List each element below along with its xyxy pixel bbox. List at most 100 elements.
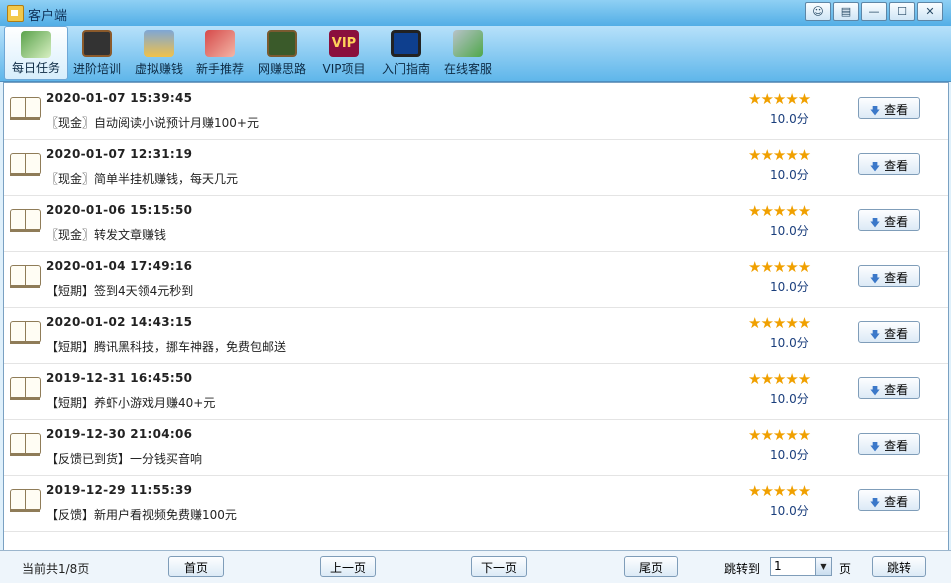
tab-daily-task[interactable]: 每日任务	[4, 26, 68, 80]
list-item: 2020-01-07 12:31:19 〖现金〗简单半挂机赚钱，每天几元 ★★★…	[4, 139, 948, 196]
rating-stars: ★★★★★	[748, 146, 811, 164]
view-button[interactable]: 🡇 查看	[858, 489, 920, 511]
book-icon	[10, 433, 41, 457]
minimize-button[interactable]: —	[861, 2, 887, 21]
list-item: 2020-01-02 14:43:15 【短期】腾讯黑科技，挪车神器，免费包邮送…	[4, 307, 948, 364]
tab-advanced-training[interactable]: 进阶培训	[66, 26, 128, 80]
last-page-button[interactable]: 尾页	[624, 556, 678, 577]
tab-vip-project[interactable]: VIP VIP项目	[313, 26, 375, 80]
rating-score: 10.0分	[770, 392, 809, 406]
page-unit: 页	[839, 562, 852, 576]
tab-virtual-earning[interactable]: 虚拟赚钱	[128, 26, 190, 80]
tab-label: VIP项目	[322, 62, 366, 76]
tab-label: 进阶培训	[72, 62, 121, 76]
rating-stars: ★★★★★	[748, 202, 811, 220]
list-item: 2020-01-06 15:15:50 〖现金〗转发文章赚钱 ★★★★★ 10.…	[4, 195, 948, 252]
view-button[interactable]: 🡇 查看	[858, 209, 920, 231]
maximize-button[interactable]: ☐	[889, 2, 915, 21]
window-controls: ☺ ▤ — ☐ ✕	[805, 2, 943, 21]
rating-score: 10.0分	[770, 280, 809, 294]
list-item: 2019-12-29 11:55:39 【反馈】新用户看视频免费赚100元 ★★…	[4, 475, 948, 532]
item-date: 2019-12-31 16:45:50	[46, 371, 193, 385]
rating-stars: ★★★★★	[748, 426, 811, 444]
view-label: 查看	[884, 439, 909, 453]
jump-button[interactable]: 跳转	[872, 556, 926, 577]
book-icon	[10, 265, 41, 289]
rating-stars: ★★★★★	[748, 90, 811, 108]
item-title: 【短期】签到4天领4元秒到	[46, 284, 194, 298]
view-label: 查看	[884, 271, 909, 285]
page-select[interactable]: 1 ▼	[770, 557, 832, 576]
item-title: 【反馈】新用户看视频免费赚100元	[46, 508, 237, 522]
download-arrow-icon: 🡇	[869, 162, 881, 173]
rating-stars: ★★★★★	[748, 258, 811, 276]
tab-earning-ideas[interactable]: 网赚思路	[251, 26, 313, 80]
view-label: 查看	[884, 495, 909, 509]
item-date: 2020-01-07 15:39:45	[46, 91, 193, 105]
app-window: 客户端 ☺ ▤ — ☐ ✕ 每日任务 进阶培训 虚拟赚钱 新手推荐 网赚思路 V…	[0, 0, 951, 583]
tab-label: 网赚思路	[257, 62, 306, 76]
tab-online-service[interactable]: 在线客服	[437, 26, 499, 80]
view-label: 查看	[884, 383, 909, 397]
view-button[interactable]: 🡇 查看	[858, 433, 920, 455]
view-button[interactable]: 🡇 查看	[858, 97, 920, 119]
download-arrow-icon: 🡇	[869, 498, 881, 509]
list-item: 2019-12-30 21:04:06 【反馈已到货】一分钱买音响 ★★★★★ …	[4, 419, 948, 476]
close-button[interactable]: ✕	[917, 2, 943, 21]
view-label: 查看	[884, 159, 909, 173]
rating-score: 10.0分	[770, 112, 809, 126]
tab-beginner-recommend[interactable]: 新手推荐	[189, 26, 251, 80]
download-arrow-icon: 🡇	[869, 274, 881, 285]
item-date: 2020-01-04 17:49:16	[46, 259, 193, 273]
tab-label: 新手推荐	[195, 62, 244, 76]
jump-label: 跳转到	[724, 562, 761, 576]
book-icon	[10, 377, 41, 401]
rating-score: 10.0分	[770, 336, 809, 350]
list-item: 2019-12-31 16:45:50 【短期】养虾小游戏月赚40+元 ★★★★…	[4, 363, 948, 420]
view-button[interactable]: 🡇 查看	[858, 265, 920, 287]
item-title: 【短期】养虾小游戏月赚40+元	[46, 396, 216, 410]
view-label: 查看	[884, 215, 909, 229]
menu-button[interactable]: ▤	[833, 2, 859, 21]
page-info: 当前共1/8页	[22, 562, 90, 576]
book-icon	[10, 97, 41, 121]
item-title: 〖现金〗简单半挂机赚钱，每天几元	[46, 172, 239, 186]
view-button[interactable]: 🡇 查看	[858, 377, 920, 399]
view-label: 查看	[884, 327, 909, 341]
item-date: 2020-01-02 14:43:15	[46, 315, 193, 329]
view-button[interactable]: 🡇 查看	[858, 153, 920, 175]
book-icon	[10, 489, 41, 513]
tab-label: 在线客服	[443, 62, 492, 76]
list-item: 2020-01-04 17:49:16 【短期】签到4天领4元秒到 ★★★★★ …	[4, 251, 948, 308]
window-title: 客户端	[28, 9, 68, 24]
download-arrow-icon: 🡇	[869, 218, 881, 229]
feedback-button[interactable]: ☺	[805, 2, 831, 21]
main-toolbar: 每日任务 进阶培训 虚拟赚钱 新手推荐 网赚思路 VIP VIP项目 入门指南	[0, 26, 951, 82]
item-title: 【反馈已到货】一分钱买音响	[46, 452, 203, 466]
item-title: 〖现金〗自动阅读小说预计月赚100+元	[46, 116, 259, 130]
book-icon	[10, 153, 41, 177]
title-bar: 客户端 ☺ ▤ — ☐ ✕	[0, 0, 951, 26]
prev-page-button[interactable]: 上一页	[320, 556, 376, 577]
board-person-icon	[267, 30, 297, 57]
rating-score: 10.0分	[770, 504, 809, 518]
first-page-button[interactable]: 首页	[168, 556, 224, 577]
rating-stars: ★★★★★	[748, 482, 811, 500]
book-icon	[10, 209, 41, 233]
service-disc-icon	[453, 30, 483, 57]
download-arrow-icon: 🡇	[869, 106, 881, 117]
chevron-down-icon[interactable]: ▼	[815, 558, 831, 575]
rating-score: 10.0分	[770, 448, 809, 462]
monitor-icon	[391, 30, 421, 57]
next-page-button[interactable]: 下一页	[471, 556, 527, 577]
item-date: 2019-12-30 21:04:06	[46, 427, 193, 441]
item-title: 【短期】腾讯黑科技，挪车神器，免费包邮送	[46, 340, 287, 354]
download-arrow-icon: 🡇	[869, 386, 881, 397]
tab-getting-started[interactable]: 入门指南	[375, 26, 437, 80]
view-button[interactable]: 🡇 查看	[858, 321, 920, 343]
item-title: 〖现金〗转发文章赚钱	[46, 228, 167, 242]
item-date: 2020-01-06 15:15:50	[46, 203, 193, 217]
vip-icon: VIP	[329, 30, 359, 57]
bank-icon	[144, 30, 174, 57]
download-arrow-icon: 🡇	[869, 442, 881, 453]
